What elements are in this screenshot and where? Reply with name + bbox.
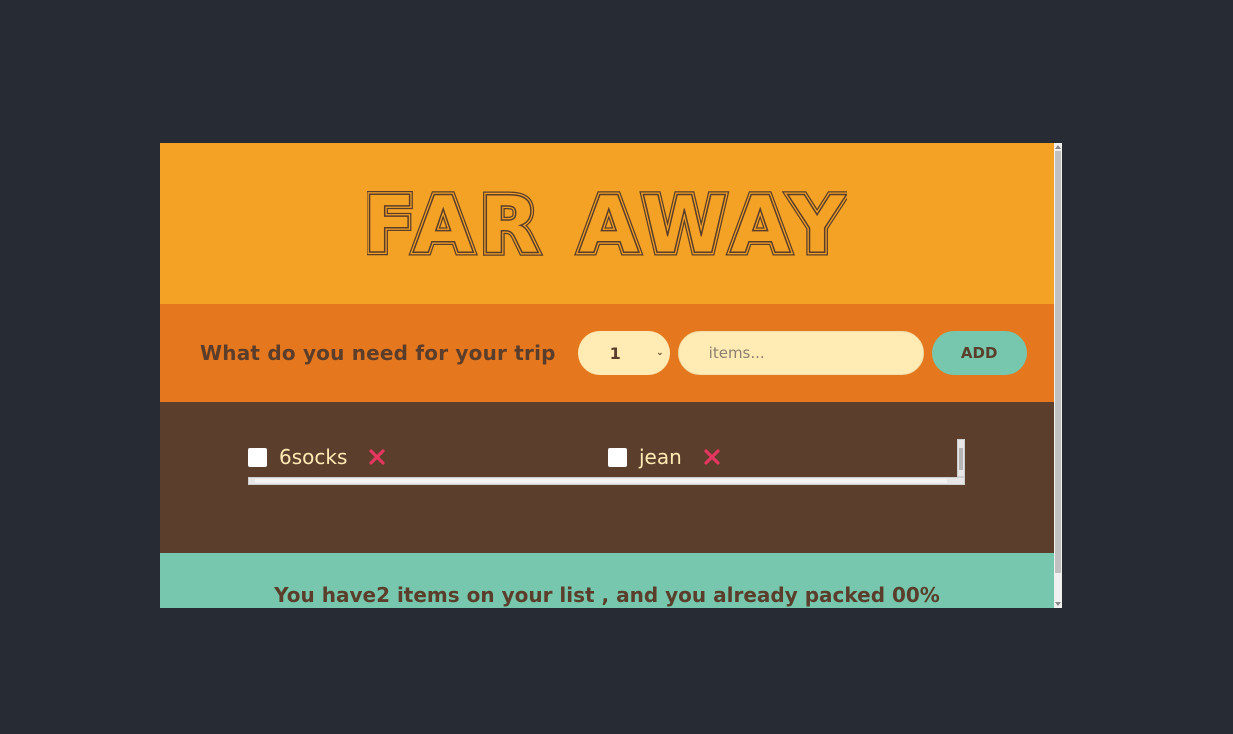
list-item: 6socks	[248, 445, 387, 469]
list-item: jean	[608, 445, 722, 469]
page-scrollbar[interactable]	[1054, 143, 1062, 608]
item-description-input[interactable]: items...	[677, 331, 924, 375]
list-horizontal-scrollbar[interactable]	[248, 477, 965, 485]
add-item-form: What do you need for your trip 1 ⌄ items…	[160, 304, 1054, 402]
packed-checkbox[interactable]	[248, 447, 267, 467]
app-logo: FAR AWAY FAR AWAY FAR AWAY FAR AWAY FAR …	[367, 179, 847, 269]
list-vertical-scrollbar[interactable]	[957, 439, 965, 477]
scroll-up-arrow-icon[interactable]	[1055, 145, 1061, 149]
item-input-placeholder: items...	[708, 344, 765, 362]
list-vertical-scroll-thumb[interactable]	[959, 448, 963, 470]
page-scroll-thumb[interactable]	[1055, 151, 1061, 573]
scroll-down-arrow-icon[interactable]	[1055, 602, 1061, 606]
logo-inner-line: FAR AWAY	[367, 181, 847, 269]
close-icon[interactable]	[702, 447, 722, 467]
form-label: What do you need for your trip	[200, 341, 556, 365]
packing-list-section: 6socks jean	[160, 402, 1054, 553]
quantity-select[interactable]: 1 ⌄	[577, 331, 670, 375]
packed-checkbox[interactable]	[608, 447, 627, 467]
stats-text: You have2 items on your list , and you a…	[274, 583, 940, 607]
add-button[interactable]: ADD	[931, 331, 1027, 375]
app-window: FAR AWAY FAR AWAY FAR AWAY FAR AWAY FAR …	[160, 143, 1062, 608]
item-text: 6socks	[279, 445, 348, 469]
chevron-down-icon: ⌄	[656, 348, 664, 358]
stats-footer: You have2 items on your list , and you a…	[160, 553, 1054, 608]
list-horizontal-scroll-thumb[interactable]	[255, 479, 947, 483]
packing-list: 6socks jean	[248, 439, 965, 485]
item-text: jean	[639, 445, 682, 469]
header: FAR AWAY FAR AWAY FAR AWAY FAR AWAY FAR …	[160, 143, 1054, 304]
quantity-value: 1	[609, 343, 621, 363]
app-content: FAR AWAY FAR AWAY FAR AWAY FAR AWAY FAR …	[160, 143, 1054, 608]
close-icon[interactable]	[367, 447, 387, 467]
